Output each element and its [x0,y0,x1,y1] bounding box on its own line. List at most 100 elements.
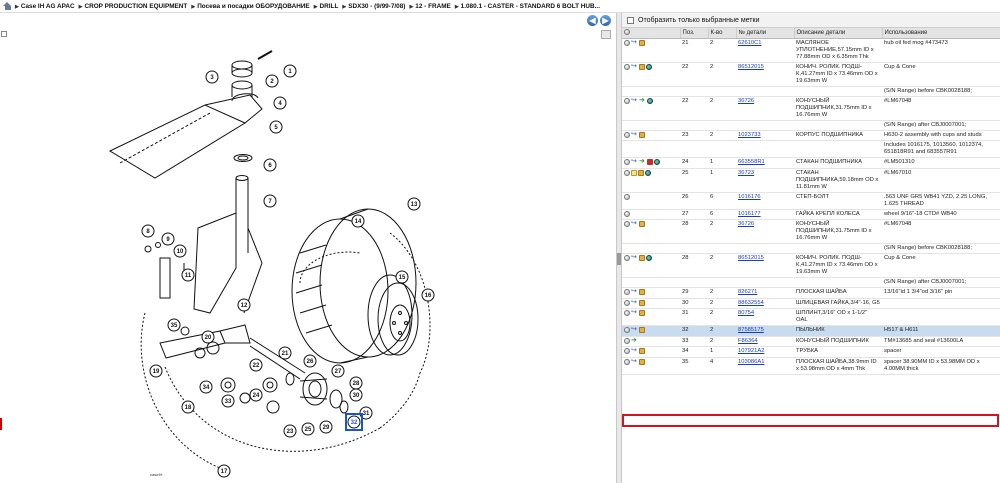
info-icon[interactable] [624,221,630,228]
home-icon[interactable] [3,2,12,10]
return-arrow-icon[interactable]: ↪ [631,39,638,46]
part-number-link[interactable]: 87585175 [736,325,794,337]
part-number-link[interactable]: 88632554 [736,298,794,310]
table-row[interactable]: ↪ ➜ 24 1 663558R1 СТАКАН ПОДШИПНИКА #LM501310 [622,157,1000,169]
table-row[interactable]: ↪ 28 2 36726 КОНУСНЫЙ ПОДШИПНИК,31.75mm ID x… [622,219,1000,245]
package-icon[interactable] [639,310,645,317]
info-icon[interactable] [624,97,630,104]
callout-3[interactable]: 3 [205,70,219,84]
return-arrow-icon[interactable]: ↪ [631,347,638,354]
info-icon[interactable] [624,327,630,334]
header-desc[interactable]: Описание детали [794,28,883,39]
part-number-link[interactable]: 36723 [736,168,794,193]
part-number-link[interactable] [736,86,794,97]
breadcrumb-item[interactable]: ▶ DRILL [314,3,339,10]
table-row[interactable]: ↪ 28 2 86512015 КОНИЧ. РОЛИК. ПОДШ-К,41.27mm… [622,253,1000,279]
callout-20[interactable]: 20 [201,330,215,344]
table-row[interactable]: (S/N Range) before CBK0028188; [622,243,1000,255]
callout-12[interactable]: 12 [237,298,251,312]
forward-arrow-icon[interactable]: ➜ [631,337,638,344]
settings-icon[interactable] [624,29,630,36]
part-number-link[interactable]: 663558R1 [736,157,794,169]
callout-28[interactable]: 28 [349,376,363,390]
part-number-link[interactable]: 107921A2 [736,346,794,358]
callout-16[interactable]: 16 [421,288,435,302]
package-icon[interactable] [639,63,645,70]
part-number-link[interactable] [736,277,794,289]
table-row[interactable]: ↪ 32 2 87585175 ПЫЛЬНИК H517 & H611 [622,325,1000,337]
flag-icon[interactable] [647,159,653,166]
breadcrumb-item[interactable]: ▶ CROP PRODUCTION EQUIPMENT [79,3,188,10]
part-number-link[interactable]: 1016176 [736,192,794,210]
table-row[interactable]: 26 6 1016176 СТЕП-БОЛТ .563 UNF GR5 WB41 YZD… [622,192,1000,210]
part-number-link[interactable]: 86512015 [736,253,794,279]
callout-32[interactable]: 32 [347,415,361,429]
table-row[interactable]: ↪ ➜ 22 2 36726 КОНУСНЫЙ ПОДШИПНИК,31.75mm ID … [622,96,1000,121]
table-row[interactable]: (S/N Range) after CBJ0007001; [622,277,1000,289]
info-icon[interactable] [624,193,630,200]
callout-24[interactable]: 24 [249,388,263,402]
callout-34[interactable]: 34 [199,380,213,394]
header-part[interactable]: № детали [736,28,795,39]
callout-30[interactable]: 30 [349,388,363,402]
return-arrow-icon[interactable]: ↪ [631,220,638,227]
breadcrumb-item[interactable]: ▶ 12 - FRAME [409,3,450,10]
note-icon[interactable] [631,169,637,176]
table-row[interactable]: ↪ 29 2 826271 ПЛОСКАЯ ШАЙБА 13/16"id 1 3/4"od… [622,287,1000,299]
breadcrumb-item[interactable]: ▶ SDX30 - (9/99-7/08) [342,3,405,10]
info-icon[interactable] [624,337,630,344]
package-icon[interactable] [639,327,645,334]
part-number-link[interactable]: 826271 [736,287,794,299]
header-pos[interactable]: Поз. [680,28,709,39]
globe-icon[interactable] [646,255,652,262]
table-row[interactable]: ↪ 34 1 107921A2 ТРУБКА spacer [622,346,1000,358]
part-number-link[interactable]: 62610C1 [736,38,794,63]
table-row[interactable]: Includes 1016175, 1013560, 1012374, 6518… [622,140,1000,159]
part-number-link[interactable]: 1023733 [736,130,794,142]
part-number-link[interactable] [736,243,794,255]
callout-33[interactable]: 33 [221,394,235,408]
return-arrow-icon[interactable]: ↪ [631,288,638,295]
return-arrow-icon[interactable]: ↪ [631,63,638,70]
package-icon[interactable] [639,131,645,138]
info-icon[interactable] [624,39,630,46]
callout-6[interactable]: 6 [263,158,277,172]
callout-4[interactable]: 4 [273,96,287,110]
return-arrow-icon[interactable]: ↪ [631,299,638,306]
header-usage[interactable]: Использование [882,28,1000,39]
callout-27[interactable]: 27 [331,364,345,378]
package-icon[interactable] [639,289,645,296]
table-row[interactable]: ↪ 35 4 103086A1 ПЛОСКАЯ ШАЙБА,38.9mm ID x 53… [622,357,1000,375]
callout-11[interactable]: 11 [181,268,195,282]
info-icon[interactable] [624,159,630,166]
info-icon[interactable] [624,289,630,296]
return-arrow-icon[interactable]: ↪ [631,326,638,333]
callout-23[interactable]: 23 [283,424,297,438]
breadcrumb-item[interactable]: ▶ Case IH AG APAC [15,3,75,10]
info-icon[interactable] [624,310,630,317]
return-arrow-icon[interactable]: ↪ [631,309,638,316]
part-number-link[interactable]: 1016177 [736,209,794,221]
globe-icon[interactable] [647,97,653,104]
callout-26[interactable]: 26 [303,354,317,368]
globe-icon[interactable] [654,159,660,166]
part-number-link[interactable]: 86512015 [736,62,794,87]
return-arrow-icon[interactable]: ↪ [631,97,638,104]
table-row[interactable]: ↪ 30 2 88632554 ШЛИЦЕВАЯ ГАЙКА,3/4"-16, G5 [622,298,1000,310]
callout-25[interactable]: 25 [301,422,315,436]
table-row[interactable]: ↪ 22 2 86512015 КОНИЧ. РОЛИК. ПОДШ-К,41.27mm… [622,62,1000,87]
header-qty[interactable]: К-во [708,28,737,39]
callout-13[interactable]: 13 [407,197,421,211]
table-row[interactable]: 25 1 36723 СТАКАН ПОДШИПНИКА,59.18mm OD x 1… [622,168,1000,193]
callout-8[interactable]: 8 [141,224,155,238]
table-row[interactable]: ↪ 21 2 62610C1 МАСЛЯНОЕ УПЛОТНЕНИЕ,57.15mm I… [622,38,1000,63]
splitter-grip[interactable] [617,253,621,265]
table-row[interactable]: ↪ 23 2 1023733 КОРПУС ПОДШИПНИКА H630-2 assem… [622,130,1000,142]
callout-2[interactable]: 2 [265,74,279,88]
package-icon[interactable] [639,358,645,365]
return-arrow-icon[interactable]: ↪ [631,158,638,165]
callout-29[interactable]: 29 [319,420,333,434]
info-icon[interactable] [624,63,630,70]
return-arrow-icon[interactable]: ↪ [631,358,638,365]
table-row[interactable]: ➜ 33 2 F86364 КОНУСНЫЙ ПОДШИПНИК TM#13685 and… [622,336,1000,348]
